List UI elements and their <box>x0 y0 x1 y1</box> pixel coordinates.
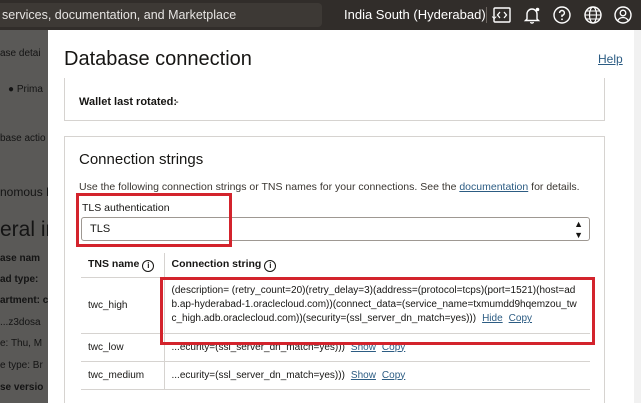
drawer-title: Database connection <box>64 48 252 70</box>
info-icon[interactable]: i <box>142 259 155 272</box>
table-row: twc_high (description= (retry_count=20)(… <box>81 277 590 334</box>
connection-string-cell: ...ecurity=(ssl_server_dn_match=yes))) Sh… <box>164 361 590 390</box>
tns-name-cell: twc_high <box>81 277 165 334</box>
region-selector[interactable]: India South (Hyderabad) ⌄ <box>344 0 499 30</box>
database-connection-drawer: Database connection Help Wallet last rot… <box>48 30 641 403</box>
bg-text: e type: Br <box>0 360 43 371</box>
code-editor-icon[interactable] <box>492 5 512 25</box>
wallet-panel: Wallet last rotated: - <box>64 78 605 121</box>
documentation-link[interactable]: documentation <box>459 181 528 193</box>
bg-text: artment: c <box>0 295 48 306</box>
info-icon[interactable]: i <box>264 259 277 272</box>
copy-link[interactable]: Copy <box>382 342 405 353</box>
connection-strings-table: TNS name i Connection string i twc_high (d… <box>81 253 590 390</box>
bell-icon[interactable] <box>522 5 542 25</box>
top-nav-bar: services, documentation, and Marketplace… <box>0 0 641 30</box>
wallet-rotated-value: - <box>175 96 179 108</box>
connection-string-cell: ...ecurity=(ssl_server_dn_match=yes))) Sh… <box>164 333 590 362</box>
tns-name-cell: twc_low <box>81 333 165 362</box>
bg-text: base actio <box>0 133 46 144</box>
bg-text: se versio <box>0 382 44 393</box>
bg-text: e: Thu, M <box>0 338 43 349</box>
user-icon[interactable] <box>613 5 633 25</box>
help-icon[interactable] <box>552 5 572 25</box>
show-link[interactable]: Show <box>351 370 376 381</box>
globe-icon[interactable] <box>583 5 603 25</box>
show-link[interactable]: Show <box>351 342 376 353</box>
tls-authentication-select[interactable]: TLS ▲ ▼ <box>81 217 590 241</box>
region-label: India South (Hyderabad) <box>344 7 486 22</box>
hide-link[interactable]: Hide <box>482 313 503 324</box>
copy-link[interactable]: Copy <box>382 370 405 381</box>
connection-string-line: (description= (retry_count=20)(retry_del… <box>171 285 576 296</box>
copy-link[interactable]: Copy <box>509 313 532 324</box>
tls-select-value: TLS <box>90 223 111 235</box>
drawer-scrollbar[interactable] <box>634 30 641 403</box>
background-page: ase detai ● Prima base actio nomous D er… <box>0 30 48 403</box>
bg-text: ase detai <box>0 48 41 59</box>
bg-heading: eral ir <box>0 218 48 241</box>
connection-string-cell: (description= (retry_count=20)(retry_del… <box>164 277 590 334</box>
bg-text: nomous D <box>0 185 48 199</box>
tns-name-header: TNS name i <box>81 253 165 278</box>
tls-authentication-label: TLS authentication <box>82 202 170 214</box>
bg-text: ● Prima <box>8 84 43 95</box>
table-header-row: TNS name i Connection string i <box>81 253 590 278</box>
bg-text: ad type: <box>0 274 39 285</box>
bg-text: ase nam <box>0 253 41 264</box>
help-link[interactable]: Help <box>598 52 623 66</box>
table-row: twc_low ...ecurity=(ssl_server_dn_match=… <box>81 333 590 362</box>
tns-name-cell: twc_medium <box>81 361 165 390</box>
connection-strings-heading: Connection strings <box>79 151 204 168</box>
bg-text: ...z3dosa <box>0 317 41 328</box>
table-row: twc_medium ...ecurity=(ssl_server_dn_mat… <box>81 361 590 390</box>
select-arrows-icon: ▲ ▼ <box>574 219 583 240</box>
connection-string-header: Connection string i <box>164 253 590 278</box>
connection-string-line: b.ap-hyderabad-1.oraclecloud.com))(conne… <box>171 299 577 310</box>
connection-strings-description: Use the following connection strings or … <box>79 181 580 193</box>
wallet-rotated-label: Wallet last rotated: <box>79 96 177 108</box>
search-input[interactable]: services, documentation, and Marketplace <box>0 3 322 27</box>
connection-string-line: c_high.adb.oraclecloud.com))(security=(s… <box>171 313 533 324</box>
nav-divider <box>486 7 487 23</box>
connection-strings-panel: Connection strings Use the following con… <box>64 136 605 403</box>
